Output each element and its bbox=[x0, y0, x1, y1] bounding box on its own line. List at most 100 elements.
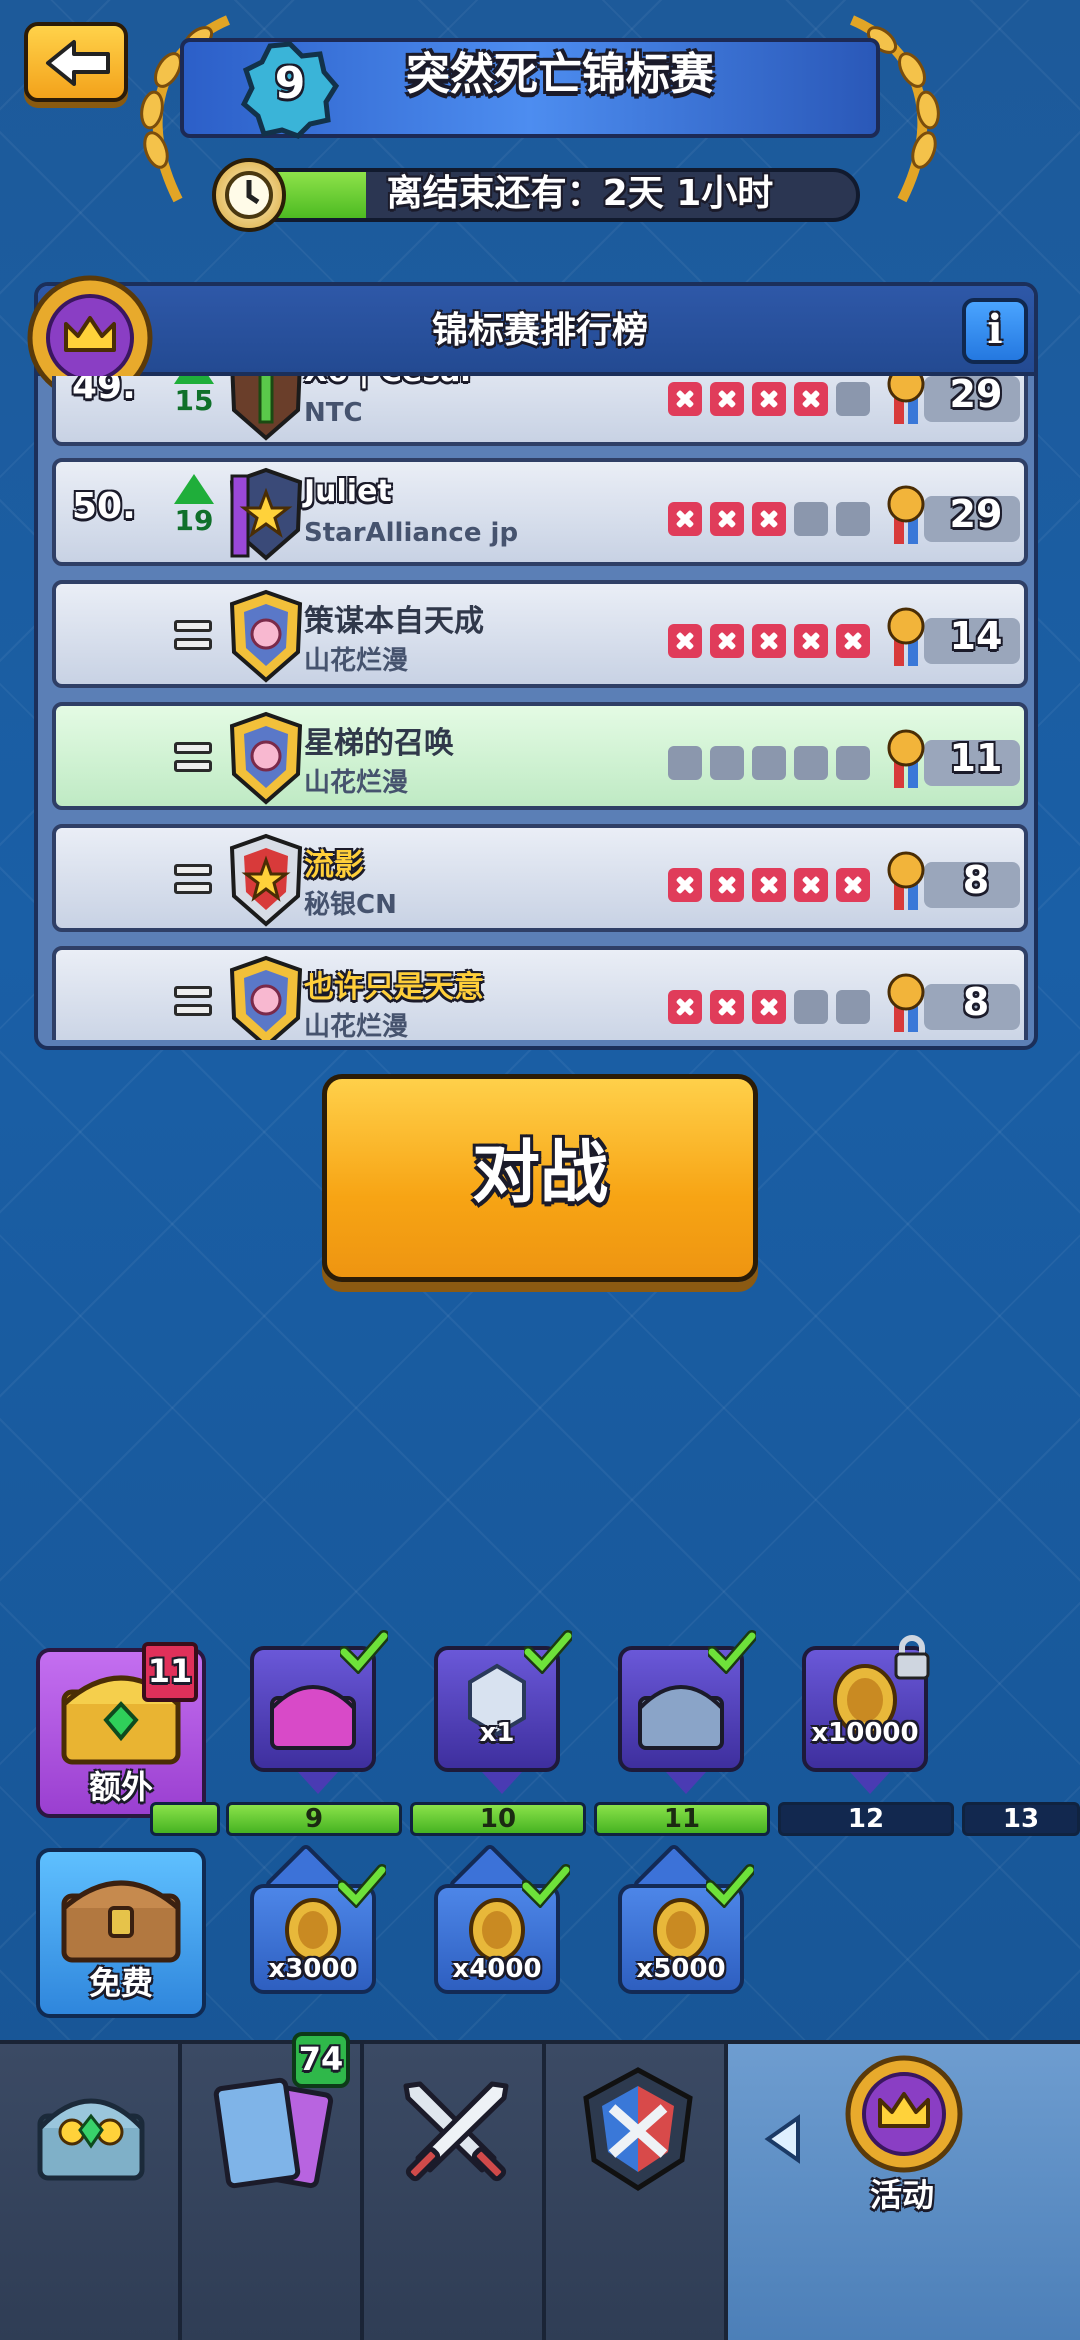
player-clan: 山花烂漫 bbox=[304, 646, 409, 676]
loss-x-icon bbox=[668, 624, 702, 658]
tournament-wins: 11 bbox=[949, 736, 1003, 780]
level-badge: 9 bbox=[240, 40, 340, 140]
loss-x-icon bbox=[710, 382, 744, 416]
clan-badge-icon bbox=[229, 711, 303, 805]
tournament-wins: 8 bbox=[962, 980, 990, 1024]
reward-amount: x1 bbox=[479, 1718, 515, 1748]
rank-number: 49. bbox=[72, 376, 136, 407]
segment-label: 9 bbox=[304, 1804, 324, 1834]
leaderboard-row-self[interactable]: 星梯的召唤山花烂漫 11 bbox=[52, 702, 1028, 810]
reward-amount: x3000 bbox=[268, 1954, 358, 1984]
leaderboard-list[interactable]: 49. 15 X6 | Cesar NTC 29 50. 19 Juliet StarAllia… bbox=[48, 376, 1032, 1040]
medal-icon bbox=[887, 973, 925, 1032]
tournament-wins: 14 bbox=[949, 614, 1003, 658]
reward-pointer bbox=[298, 1772, 338, 1794]
timer-text: 离结束还有：2天 1小时 bbox=[386, 173, 774, 214]
crossed-swords-icon bbox=[403, 2081, 509, 2182]
nav-tab-battle[interactable] bbox=[364, 2044, 546, 2340]
lock-icon bbox=[894, 1635, 930, 1680]
empty-loss-slot bbox=[794, 746, 828, 780]
loss-x-icon bbox=[710, 868, 744, 902]
leaderboard-row[interactable]: 50. 19 Juliet StarAlliance jp 29 bbox=[52, 458, 1028, 566]
leaderboard-row[interactable]: 也许只是天意 山花烂漫 8 bbox=[52, 946, 1028, 1040]
loss-x-icon bbox=[752, 382, 786, 416]
no-change-icon bbox=[174, 986, 212, 1020]
loss-markers bbox=[668, 382, 870, 416]
loss-x-icon bbox=[752, 990, 786, 1024]
check-icon bbox=[708, 1630, 756, 1674]
segment-label: 12 bbox=[847, 1804, 885, 1834]
no-change-icon bbox=[174, 620, 212, 654]
cards-count-badge: 74 bbox=[292, 2032, 350, 2088]
check-icon bbox=[338, 1864, 386, 1908]
info-button[interactable]: i bbox=[962, 298, 1028, 364]
empty-loss-slot bbox=[668, 746, 702, 780]
reward-pointer bbox=[666, 1772, 706, 1794]
rank-up-indicator: 15 bbox=[174, 376, 214, 417]
loss-x-icon bbox=[836, 624, 870, 658]
clan-badge-icon bbox=[229, 955, 303, 1040]
player-name: X6 | Cesar bbox=[304, 376, 475, 389]
player-clan: StarAlliance jp bbox=[304, 518, 519, 548]
left-arrow-icon bbox=[764, 2114, 800, 2164]
leaderboard-row[interactable]: 49. 15 X6 | Cesar NTC 29 bbox=[52, 376, 1028, 446]
player-clan: 山花烂漫 bbox=[304, 768, 409, 798]
loss-x-icon bbox=[752, 868, 786, 902]
loss-markers bbox=[668, 990, 870, 1024]
nav-tab-clan[interactable] bbox=[546, 2044, 728, 2340]
tournament-title: 突然死亡锦标赛 bbox=[406, 49, 714, 100]
loss-x-icon bbox=[794, 624, 828, 658]
empty-loss-slot bbox=[794, 990, 828, 1024]
shop-chest-icon bbox=[37, 2098, 145, 2181]
leaderboard-row[interactable]: 流影 秘银CN 8 bbox=[52, 824, 1028, 932]
player-name: 流影 bbox=[304, 848, 364, 883]
tournament-wins: 29 bbox=[949, 492, 1003, 536]
rank-delta: 15 bbox=[174, 384, 214, 417]
nav-tab-cards[interactable] bbox=[182, 2044, 364, 2340]
loss-markers bbox=[668, 746, 870, 780]
player-name: 策谋本自天成 bbox=[304, 604, 484, 639]
leaderboard-title: 锦标赛排行榜 bbox=[431, 310, 648, 351]
reward-amount: x10000 bbox=[811, 1718, 919, 1748]
player-name: Juliet bbox=[304, 474, 392, 509]
check-icon bbox=[522, 1864, 570, 1908]
clan-badge-icon bbox=[229, 467, 303, 561]
loss-x-icon bbox=[710, 624, 744, 658]
empty-loss-slot bbox=[752, 746, 786, 780]
medal-icon bbox=[887, 376, 925, 424]
medal-icon bbox=[887, 485, 925, 544]
medal-icon bbox=[887, 729, 925, 788]
check-icon bbox=[524, 1630, 572, 1674]
loss-x-icon bbox=[752, 502, 786, 536]
loss-x-icon bbox=[752, 624, 786, 658]
up-arrow-icon bbox=[174, 474, 214, 504]
leaderboard-row[interactable]: 策谋本自天成山花烂漫 14 bbox=[52, 580, 1028, 688]
battle-button-label: 对战 bbox=[471, 1134, 608, 1213]
up-arrow-icon bbox=[174, 376, 214, 384]
level-number: 9 bbox=[274, 58, 306, 109]
player-name: 星梯的召唤 bbox=[304, 726, 454, 761]
player-clan: 山花烂漫 bbox=[304, 1012, 409, 1040]
reward-pointer bbox=[482, 1772, 522, 1794]
player-clan: 秘银CN bbox=[304, 890, 397, 920]
loss-x-icon bbox=[668, 382, 702, 416]
medal-icon bbox=[887, 607, 925, 666]
loss-markers bbox=[668, 624, 870, 658]
progress-segment: 12 bbox=[778, 1802, 954, 1836]
free-reward-label: 免费 bbox=[88, 1964, 153, 2002]
loss-x-icon bbox=[794, 868, 828, 902]
segment-label: 10 bbox=[479, 1804, 517, 1834]
progress-segment bbox=[150, 1802, 220, 1836]
nav-tab-shop[interactable] bbox=[0, 2044, 182, 2340]
reward-amount: x5000 bbox=[636, 1954, 726, 1984]
loss-x-icon bbox=[836, 868, 870, 902]
segment-label: 13 bbox=[1002, 1804, 1040, 1834]
empty-loss-slot bbox=[710, 746, 744, 780]
empty-loss-slot bbox=[836, 990, 870, 1024]
clan-badge-icon bbox=[229, 589, 303, 683]
empty-loss-slot bbox=[836, 382, 870, 416]
clock-icon bbox=[212, 158, 286, 232]
loss-x-icon bbox=[668, 868, 702, 902]
progress-segment: 11 bbox=[594, 1802, 770, 1836]
loss-x-icon bbox=[710, 502, 744, 536]
